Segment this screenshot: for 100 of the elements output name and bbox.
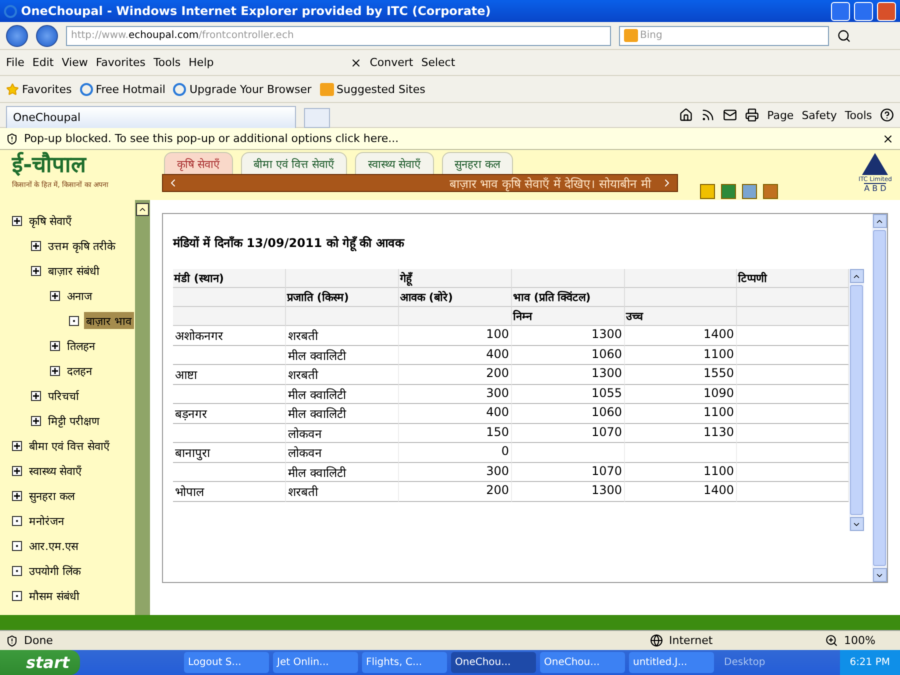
- expand-icon[interactable]: [12, 490, 22, 500]
- taskbar-button[interactable]: Flights, C...: [362, 652, 447, 673]
- table-cell: 1100: [625, 404, 737, 424]
- tree-item[interactable]: मिट्टी परीक्षण: [46, 412, 102, 429]
- back-button[interactable]: [6, 24, 28, 46]
- url-text: http://www.echoupal.com/frontcontroller.ech: [71, 30, 294, 41]
- scroll-down-button[interactable]: [872, 568, 886, 582]
- favorites-item[interactable]: Upgrade Your Browser: [173, 82, 312, 96]
- expand-icon[interactable]: [50, 340, 60, 350]
- search-icon[interactable]: [837, 28, 851, 42]
- star-icon: [6, 82, 19, 96]
- address-field[interactable]: http://www.echoupal.com/frontcontroller.ech: [66, 26, 611, 46]
- favorites-item[interactable]: Free Hotmail: [80, 82, 166, 96]
- tree-item[interactable]: कृषि सेवाएँ: [27, 212, 74, 229]
- tree-item[interactable]: बाज़ार संबंधी: [46, 262, 102, 279]
- close-icon[interactable]: [350, 56, 362, 68]
- scroll-thumb[interactable]: [850, 285, 863, 515]
- popup-bar[interactable]: Pop-up blocked. To see this pop-up or additional options click here...: [0, 128, 900, 150]
- site-tab[interactable]: कृषि सेवाएँ: [164, 152, 232, 174]
- expand-icon[interactable]: [31, 266, 41, 276]
- table-cell: 400: [399, 404, 512, 424]
- leaf-icon[interactable]: [12, 540, 22, 550]
- toolbar-button[interactable]: Select: [421, 56, 456, 69]
- command-button[interactable]: Page: [767, 108, 794, 122]
- blocked-icon: [6, 132, 18, 144]
- taskbar-button[interactable]: untitled.J...: [629, 652, 714, 673]
- tree-item[interactable]: मनोरंजन: [27, 512, 66, 529]
- taskbar-button[interactable]: OneChou...: [540, 652, 625, 673]
- leaf-icon[interactable]: [12, 516, 22, 526]
- collapse-icon[interactable]: [136, 203, 149, 216]
- favorites-item[interactable]: Favorites: [6, 82, 72, 96]
- expand-icon[interactable]: [50, 366, 60, 376]
- menu-item[interactable]: File: [6, 56, 24, 69]
- command-button[interactable]: Safety: [802, 108, 837, 122]
- window-title: OneChoupal - Windows Internet Explorer provided by ITC (Corporate): [21, 4, 492, 18]
- taskbar-button[interactable]: Jet Onlin...: [273, 652, 358, 673]
- expand-icon[interactable]: [12, 466, 22, 476]
- table-cell: 1100: [625, 462, 737, 482]
- frame-scrollbar[interactable]: [872, 214, 887, 582]
- site-logo[interactable]: ई-चौपाल: [12, 152, 140, 180]
- table-scrollbar[interactable]: [849, 269, 864, 531]
- leaf-icon[interactable]: [12, 590, 22, 600]
- expand-icon[interactable]: [31, 416, 41, 426]
- toolbar-button[interactable]: Convert: [370, 56, 414, 69]
- close-icon[interactable]: [882, 132, 894, 144]
- home-icon[interactable]: [679, 108, 694, 122]
- favorites-item[interactable]: Suggested Sites: [320, 82, 426, 96]
- menu-item[interactable]: Edit: [32, 56, 54, 69]
- tree-item[interactable]: स्वास्थ्य सेवाएँ: [27, 462, 84, 479]
- start-button[interactable]: start: [0, 650, 80, 675]
- sidebar-scrollbar[interactable]: [135, 200, 150, 615]
- zoom-icon[interactable]: [825, 634, 838, 647]
- expand-icon[interactable]: [50, 290, 60, 300]
- close-button[interactable]: [877, 2, 896, 20]
- maximize-button[interactable]: [854, 2, 873, 20]
- tree-item[interactable]: बाज़ार भाव: [84, 312, 134, 329]
- scroll-up-button[interactable]: [850, 269, 864, 283]
- search-placeholder: Bing: [640, 30, 662, 41]
- expand-icon[interactable]: [12, 216, 22, 226]
- print-icon[interactable]: [745, 108, 760, 122]
- bing-icon: [320, 82, 334, 96]
- tree-item[interactable]: आर.एम.एस: [27, 537, 80, 554]
- leaf-icon[interactable]: [12, 566, 22, 576]
- tree-item[interactable]: परिचर्चा: [46, 387, 81, 404]
- scroll-thumb[interactable]: [873, 230, 886, 566]
- leaf-icon[interactable]: [69, 316, 79, 326]
- tree-item[interactable]: अनाज: [65, 287, 94, 304]
- column-header: निम्न: [512, 307, 625, 326]
- menu-item[interactable]: Favorites: [96, 56, 146, 69]
- site-tab[interactable]: स्वास्थ्य सेवाएँ: [355, 152, 434, 174]
- expand-icon[interactable]: [31, 390, 41, 400]
- scroll-up-button[interactable]: [872, 214, 886, 228]
- tree-item[interactable]: तिलहन: [65, 337, 97, 354]
- tree-item[interactable]: उत्तम कृषि तरीके: [46, 237, 117, 254]
- zoom-level[interactable]: 100%: [844, 634, 894, 647]
- mail-icon[interactable]: [723, 108, 738, 122]
- taskbar-button[interactable]: OneChou...: [451, 652, 536, 673]
- site-tab[interactable]: बीमा एवं वित्त सेवाएँ: [240, 152, 347, 174]
- tree-item[interactable]: उपयोगी लिंक: [27, 562, 82, 579]
- tree-item[interactable]: मौसम संबंधी: [27, 587, 82, 604]
- expand-icon[interactable]: [31, 240, 41, 250]
- browser-tab[interactable]: OneChoupal: [6, 106, 296, 128]
- tree-item[interactable]: सुनहरा कल: [27, 487, 76, 504]
- status-text: Done: [24, 634, 54, 647]
- scroll-down-button[interactable]: [850, 517, 864, 531]
- menu-item[interactable]: Tools: [154, 56, 181, 69]
- minimize-button[interactable]: [831, 2, 850, 20]
- table-cell: लोकवन: [286, 443, 399, 462]
- table-cell: अशोकनगर: [173, 326, 286, 346]
- tree-item[interactable]: दलहन: [65, 362, 94, 379]
- menu-item[interactable]: View: [62, 56, 88, 69]
- expand-icon[interactable]: [12, 440, 22, 450]
- command-button[interactable]: Tools: [844, 108, 872, 122]
- forward-button[interactable]: [36, 24, 58, 46]
- tree-item[interactable]: बीमा एवं वित्त सेवाएँ: [27, 437, 112, 454]
- menu-item[interactable]: Help: [188, 56, 214, 69]
- taskbar-button[interactable]: Logout S...: [184, 652, 269, 673]
- site-tab[interactable]: सुनहरा कल: [442, 152, 513, 174]
- feed-icon[interactable]: [701, 108, 716, 122]
- table-cell: 1300: [512, 326, 625, 346]
